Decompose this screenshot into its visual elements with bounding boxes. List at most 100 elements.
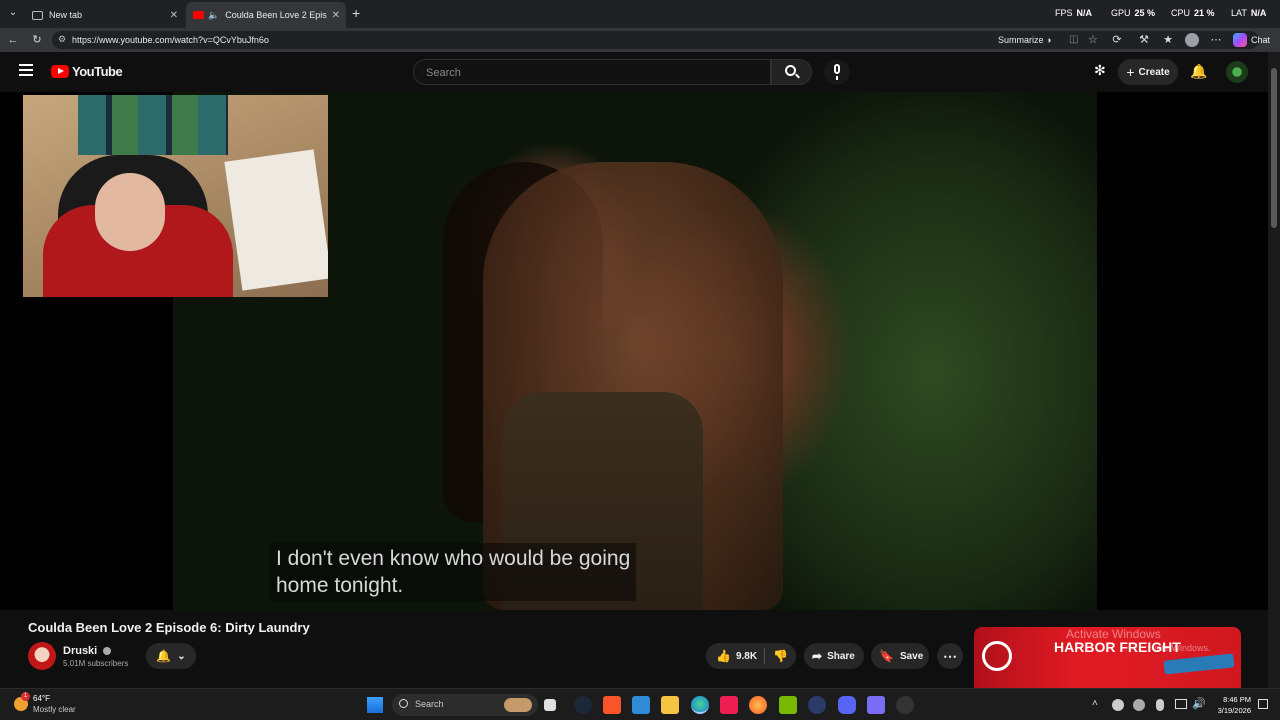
new-tab-plus-icon[interactable]: + (352, 5, 360, 21)
tab-close-icon[interactable]: ✕ (170, 10, 178, 21)
more-menu-icon[interactable]: ⋯ (1209, 33, 1223, 47)
speaker-icon[interactable]: 🔈 (208, 10, 219, 21)
discord-icon[interactable] (838, 696, 856, 714)
file-explorer-icon[interactable] (661, 696, 679, 714)
windows-start-icon[interactable] (367, 697, 383, 713)
tray-mic-icon[interactable] (1156, 699, 1164, 711)
grid-app-icon[interactable] (867, 696, 885, 714)
bell-icon: 🔔 (156, 649, 172, 663)
save-button[interactable]: 🔖 Save (871, 643, 929, 669)
steam-icon[interactable] (574, 696, 592, 714)
harbor-freight-ad-banner[interactable]: HARBOR FREIGHT Activate Windows vate Win… (974, 627, 1241, 688)
taskbar-search-label: Search (415, 699, 444, 709)
plus-icon: + (1126, 64, 1135, 80)
tray-app-icon[interactable] (1133, 699, 1145, 711)
notepad-icon[interactable] (632, 696, 650, 714)
thumbs-up-icon: 👍 (716, 649, 731, 663)
save-label: Save (899, 650, 924, 662)
clock-date: 3/19/2026 (1217, 706, 1251, 715)
page-scrollbar[interactable] (1268, 52, 1280, 688)
task-view-icon[interactable] (544, 699, 556, 711)
network-icon[interactable] (1175, 699, 1187, 709)
brave-icon[interactable] (603, 696, 621, 714)
tab-close-icon[interactable]: ✕ (332, 10, 340, 21)
firefox-icon[interactable] (749, 696, 767, 714)
ad-logo-icon (982, 641, 1012, 671)
search-input[interactable]: Search (413, 59, 771, 85)
obs-icon[interactable] (896, 696, 914, 714)
caption-box: I don't even know who would be going hom… (270, 543, 637, 601)
subscribe-notification-button[interactable]: 🔔 ⌄ (146, 643, 196, 669)
lat-value: N/A (1250, 8, 1267, 18)
notification-center-icon[interactable] (1258, 699, 1268, 709)
edge-icon[interactable] (691, 696, 709, 714)
video-player[interactable]: I don't even know who would be going hom… (0, 92, 1268, 610)
fps-label: FPS (1055, 8, 1073, 18)
streamer-webcam-overlay (23, 95, 328, 297)
extensions-icon[interactable]: ⟳ (1110, 33, 1124, 47)
create-button[interactable]: + Create (1118, 59, 1178, 85)
profile-avatar[interactable] (1185, 33, 1199, 47)
search-button[interactable] (771, 59, 812, 85)
refresh-icon[interactable]: ↻ (30, 33, 44, 47)
bookmark-icon: 🔖 (879, 649, 894, 663)
youtube-favicon-icon (193, 11, 204, 19)
browser-tab-bar: ⌄ New tab ✕ 🔈 Coulda Been Love 2 Episode… (0, 0, 1280, 28)
channel-avatar[interactable] (28, 642, 56, 670)
app-icon[interactable] (808, 696, 826, 714)
caption-line: home tonight. (276, 574, 404, 597)
favorite-star-icon[interactable]: ☆ (1088, 33, 1098, 46)
dislike-button[interactable]: 👎 (765, 649, 788, 663)
like-button[interactable]: 👍 9.8K (706, 649, 764, 663)
scrollbar-thumb[interactable] (1271, 68, 1277, 228)
tray-overflow-chevron-icon[interactable]: ˄ (1092, 698, 1098, 709)
cpu-value: 21 % (1194, 8, 1215, 18)
address-bar[interactable]: ⚙ https://www.youtube.com/watch?v=QCvYbu… (52, 31, 1259, 49)
share-button[interactable]: ➦ Share (804, 643, 864, 669)
like-count: 9.8K (735, 650, 758, 662)
tab-label: New tab (49, 10, 83, 20)
weather-alert-badge: 1 (21, 692, 30, 701)
extension-gear-icon[interactable]: ✻ (1094, 62, 1106, 79)
site-info-icon[interactable]: ⚙ (58, 34, 66, 45)
copilot-chat-button[interactable]: Chat (1233, 32, 1270, 48)
lat-label: LAT (1231, 8, 1247, 18)
fps-value: N/A (1076, 8, 1093, 18)
tab-youtube-video[interactable]: 🔈 Coulda Been Love 2 Episode 6 ✕ (186, 2, 346, 28)
puzzle-icon[interactable]: ⚒ (1137, 33, 1151, 47)
search-placeholder: Search (426, 67, 461, 79)
youtube-play-icon (51, 65, 69, 78)
voice-search-button[interactable] (824, 59, 850, 85)
taskbar-clock[interactable]: 8:46 PM 3/19/2026 (1207, 694, 1251, 716)
gpu-value: 25 % (1134, 8, 1156, 18)
summarize-icon: ◑ (1046, 35, 1052, 45)
thumbs-down-icon: 👎 (773, 649, 788, 663)
hamburger-menu-icon[interactable] (19, 64, 33, 76)
tab-list-chevron-icon[interactable]: ⌄ (6, 7, 20, 21)
back-arrow-icon[interactable]: ← (6, 33, 20, 47)
weather-condition: Mostly clear (33, 705, 76, 714)
favorites-icon[interactable]: ★ (1161, 33, 1175, 47)
browser-toolbar: ← ↻ ⚙ https://www.youtube.com/watch?v=QC… (0, 28, 1280, 52)
ad-tool-image (1163, 653, 1235, 675)
split-screen-icon[interactable]: ◫ (1069, 34, 1078, 45)
tab-new-tab[interactable]: New tab ✕ (26, 2, 184, 28)
account-avatar[interactable] (1226, 61, 1248, 83)
summarize-button[interactable]: Summarize ◑ (998, 35, 1051, 45)
notifications-bell-icon[interactable]: 🔔 (1190, 63, 1207, 80)
clock-time: 8:46 PM (1223, 695, 1251, 704)
volume-icon[interactable]: 🔊 (1192, 697, 1206, 710)
taskbar-search-input[interactable]: Search (392, 694, 538, 716)
tray-steam-icon[interactable] (1112, 699, 1124, 711)
youtube-header: YouTube Search ✻ + Create 🔔 (0, 52, 1268, 92)
youtube-logo[interactable]: YouTube (51, 64, 123, 79)
video-title: Coulda Been Love 2 Episode 6: Dirty Laun… (28, 620, 310, 635)
summarize-label: Summarize (998, 35, 1044, 45)
more-actions-button[interactable]: ⋯ (937, 643, 963, 669)
channel-name[interactable]: Druski (63, 645, 112, 657)
nvidia-icon[interactable] (779, 696, 797, 714)
activate-windows-watermark: Activate Windows (1066, 627, 1161, 641)
fps-readout: FPS N/A (1055, 8, 1092, 18)
tiktok-icon[interactable] (720, 696, 738, 714)
search-icon (399, 699, 408, 708)
